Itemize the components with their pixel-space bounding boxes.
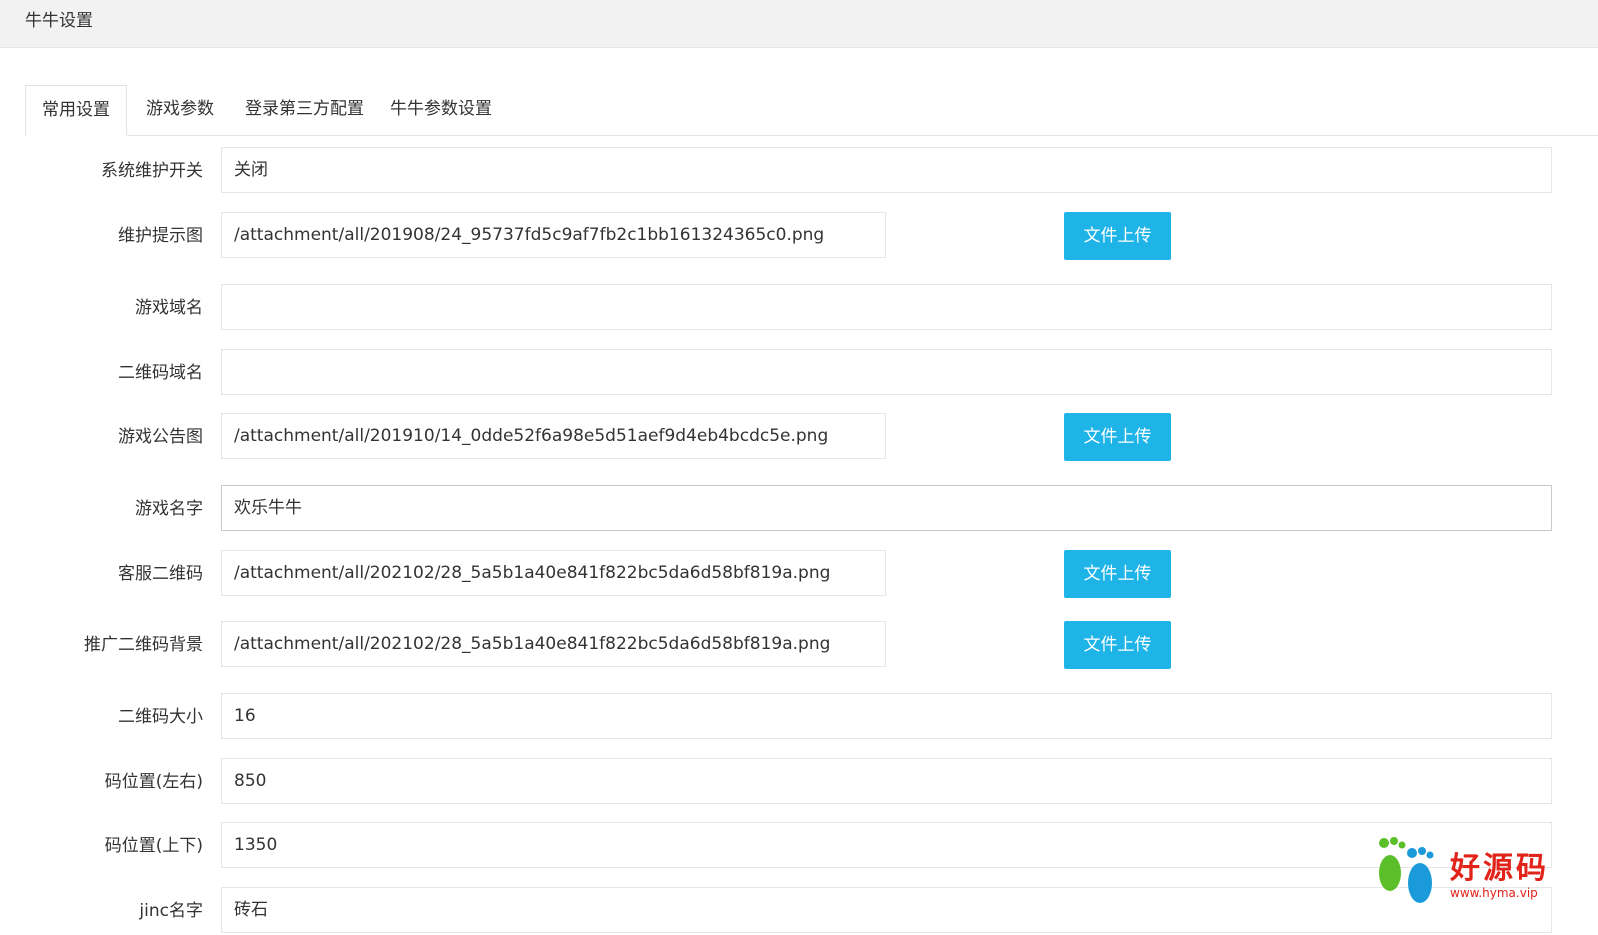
form-label: 二维码大小	[118, 707, 203, 727]
watermark-url: www.hyma.vip	[1450, 886, 1538, 900]
form-label: 客服二维码	[118, 564, 203, 584]
upload-button[interactable]: 文件上传	[1064, 550, 1171, 598]
form-row-qrcode-size: 二维码大小 16	[0, 693, 1598, 741]
currency-name-input[interactable]: 砖石	[221, 887, 1552, 933]
watermark-logo: 好源码 www.hyma.vip	[1372, 833, 1562, 911]
form-label: 游戏名字	[135, 499, 203, 519]
upload-button[interactable]: 文件上传	[1064, 621, 1171, 669]
tab-bar: 常用设置 游戏参数 登录第三方配置 牛牛参数设置	[25, 85, 1598, 136]
announcement-image-input[interactable]: /attachment/all/201910/14_0dde52f6a98e5d…	[221, 413, 886, 459]
promo-qrcode-bg-input[interactable]: /attachment/all/202102/28_5a5b1a40e841f8…	[221, 621, 886, 667]
footprint-icon	[1379, 837, 1434, 903]
game-name-input[interactable]: 欢乐牛牛	[221, 485, 1552, 531]
form-row-game-name: 游戏名字 欢乐牛牛	[0, 485, 1598, 533]
watermark-text: 好源码	[1450, 851, 1549, 886]
form-label: 推广二维码背景	[84, 635, 203, 655]
form-label: 二维码域名	[118, 363, 203, 383]
tab-game-params[interactable]: 游戏参数	[146, 85, 214, 135]
form-row-service-qrcode: 客服二维码 /attachment/all/202102/28_5a5b1a40…	[0, 550, 1598, 598]
tab-common-settings[interactable]: 常用设置	[25, 85, 127, 136]
upload-button[interactable]: 文件上传	[1064, 212, 1171, 260]
form-row-promo-qrcode-bg: 推广二维码背景 /attachment/all/202102/28_5a5b1a…	[0, 621, 1598, 669]
form-row-maintenance-switch: 系统维护开关 关闭	[0, 147, 1598, 195]
form-row-code-position-x: 码位置(左右) 850	[0, 758, 1598, 806]
game-domain-input[interactable]	[221, 284, 1552, 330]
form-label: 码位置(左右)	[104, 772, 203, 792]
maintenance-image-input[interactable]: /attachment/all/201908/24_95737fd5c9af7f…	[221, 212, 886, 258]
form-label: 系统维护开关	[101, 161, 203, 181]
form-label: 维护提示图	[118, 226, 203, 246]
form-row-announcement-image: 游戏公告图 /attachment/all/201910/14_0dde52f6…	[0, 413, 1598, 461]
upload-button[interactable]: 文件上传	[1064, 413, 1171, 461]
form-row-code-position-y: 码位置(上下) 1350	[0, 822, 1598, 870]
form-row-qrcode-domain: 二维码域名	[0, 349, 1598, 397]
page-title: 牛牛设置	[25, 11, 93, 31]
form-label: jinc名字	[139, 901, 203, 921]
qrcode-domain-input[interactable]	[221, 349, 1552, 395]
tab-third-party-login[interactable]: 登录第三方配置	[245, 85, 364, 135]
maintenance-switch-select[interactable]: 关闭	[221, 147, 1552, 193]
tab-niuniu-params[interactable]: 牛牛参数设置	[390, 85, 492, 135]
form-label: 游戏公告图	[118, 427, 203, 447]
qrcode-size-input[interactable]: 16	[221, 693, 1552, 739]
form-label: 游戏域名	[135, 298, 203, 318]
code-position-x-input[interactable]: 850	[221, 758, 1552, 804]
form-label: 码位置(上下)	[104, 836, 203, 856]
form-row-game-domain: 游戏域名	[0, 284, 1598, 332]
page-header: 牛牛设置	[0, 0, 1598, 48]
form-row-currency-name: jinc名字 砖石	[0, 887, 1598, 935]
code-position-y-input[interactable]: 1350	[221, 822, 1552, 868]
service-qrcode-input[interactable]: /attachment/all/202102/28_5a5b1a40e841f8…	[221, 550, 886, 596]
form-row-maintenance-image: 维护提示图 /attachment/all/201908/24_95737fd5…	[0, 212, 1598, 260]
